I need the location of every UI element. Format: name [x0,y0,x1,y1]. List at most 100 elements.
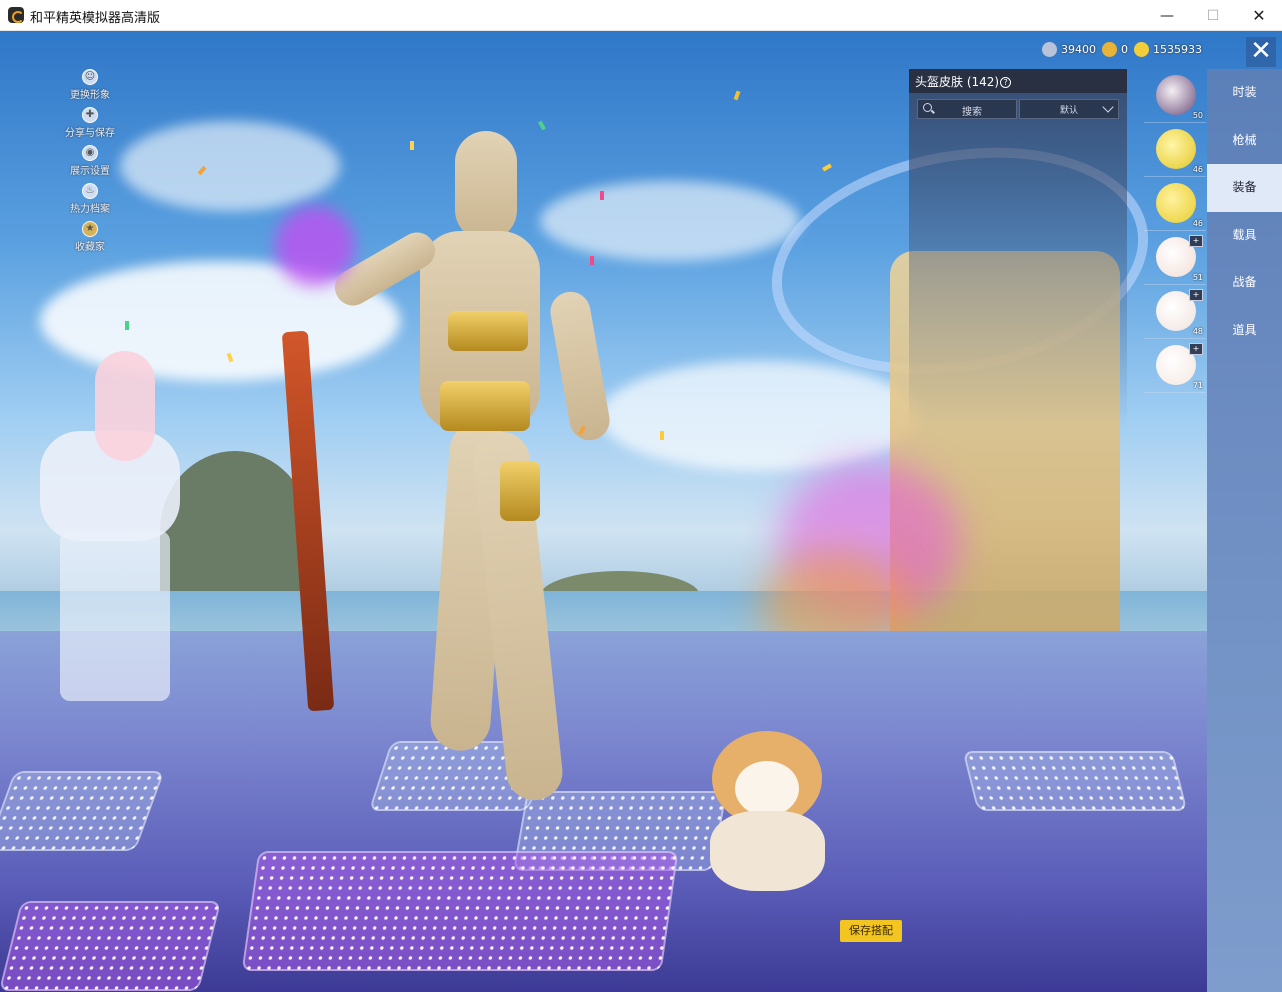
confetti-piece [600,191,604,200]
confetti-piece [538,120,546,131]
tab-items[interactable]: 道具 [1207,307,1282,355]
item-count: 48 [1192,327,1203,336]
flame-icon: ♨ [82,183,98,199]
helmet-thumbnail [1156,183,1196,223]
share-icon: ✚ [82,107,98,123]
a-coin-icon [1102,41,1117,57]
game-viewport[interactable]: ☺ 更换形象 ✚ 分享与保存 ◉ 展示设置 ♨ 热力档案 ★ 收藏家 39400… [0,31,1282,992]
shiba-pet-body [710,811,825,891]
tab-fashion[interactable]: 时装 [1207,69,1282,117]
item-badge: + [1189,289,1203,301]
menu-label: 更换形象 [70,90,110,101]
cloud-decoration [120,121,340,211]
panel-title-text: 头盔皮肤 (142) [915,75,1000,89]
sort-label: 默认 [1060,106,1079,116]
tab-vehicles[interactable]: 载具 [1207,212,1282,260]
close-wardrobe-button[interactable]: ✕ [1246,37,1276,67]
island-mountain [160,451,310,611]
floor-tile [0,901,222,991]
sort-dropdown[interactable]: 默认 [1019,99,1119,119]
silver-coin-icon [1042,41,1057,57]
help-icon[interactable]: ? [1000,77,1012,88]
gold-coin-icon [1134,41,1149,57]
helmet-thumbnail [1156,75,1196,115]
menu-collector[interactable]: ★ 收藏家 [58,221,122,259]
menu-label: 展示设置 [70,166,110,177]
app-logo-icon [8,7,24,23]
confetti-piece [660,431,664,440]
list-item[interactable]: 46 [1144,123,1206,177]
floor-tile [241,851,679,971]
avatar-icon: ☺ [82,69,98,85]
gold-bandage [448,311,528,351]
confetti-piece [590,256,594,265]
a-currency: 0 [1102,40,1128,58]
confetti-piece [822,163,832,172]
item-count: 71 [1192,381,1203,390]
list-item[interactable]: + 48 [1144,285,1206,339]
search-icon [923,103,932,112]
gold-amount: 1535933 [1153,42,1202,56]
item-count: 50 [1192,111,1203,120]
tab-weapons[interactable]: 枪械 [1207,117,1282,165]
helmet-item-list: 50 46 46 + 51 + 48 + 71 [1144,69,1206,393]
confetti-piece [410,141,414,150]
menu-label: 分享与保存 [65,128,115,139]
window-title: 和平精英模拟器高清版 [30,11,161,26]
panel-title: 头盔皮肤 (142)? [915,73,1012,90]
menu-change-avatar[interactable]: ☺ 更换形象 [58,69,122,107]
helmet-skin-panel: 头盔皮肤 (142)? 搜索 默认 [909,69,1127,429]
item-badge: + [1189,343,1203,355]
left-side-menu: ☺ 更换形象 ✚ 分享与保存 ◉ 展示设置 ♨ 热力档案 ★ 收藏家 [58,69,122,259]
purple-energy-orb [275,206,355,286]
menu-label: 热力档案 [70,204,110,215]
tab-battle-prep[interactable]: 战备 [1207,259,1282,307]
search-label: 搜索 [962,107,982,118]
minimize-icon: — [1160,7,1174,24]
character-arm-right [547,288,613,444]
silver-currency: 39400 [1042,40,1096,58]
list-item[interactable]: 50 [1144,69,1206,123]
gold-bandage [440,381,530,431]
save-outfit-button[interactable]: 保存搭配 [840,920,902,942]
close-icon: ✕ [1252,6,1266,25]
tab-equipment[interactable]: 装备 [1207,164,1282,212]
item-count: 51 [1192,273,1203,282]
helmet-thumbnail [1156,129,1196,169]
minimize-button[interactable]: — [1144,0,1190,31]
list-item[interactable]: + 71 [1144,339,1206,393]
cloud-decoration [600,361,920,471]
item-count: 46 [1192,165,1203,174]
silver-amount: 39400 [1061,42,1096,56]
character-head [455,131,517,241]
close-window-button[interactable]: ✕ [1236,0,1282,31]
item-count: 46 [1192,219,1203,228]
chevron-down-icon [1102,101,1114,113]
eye-icon: ◉ [82,145,98,161]
cloud-decoration [540,181,800,261]
menu-label: 收藏家 [75,242,105,253]
menu-display-settings[interactable]: ◉ 展示设置 [58,145,122,183]
gold-bandage [500,461,540,521]
confetti-piece [125,321,129,330]
horse-mount-legs [60,531,170,701]
maximize-button[interactable]: ☐ [1190,0,1236,31]
floor-tile [962,751,1188,811]
panel-header: 头盔皮肤 (142)? [909,69,1127,93]
list-item[interactable]: + 51 [1144,231,1206,285]
shiba-pet-face [735,761,799,816]
search-input[interactable]: 搜索 [917,99,1017,119]
horse-mount-head [95,351,155,461]
maximize-icon: ☐ [1206,7,1220,24]
list-item[interactable]: 46 [1144,177,1206,231]
gold-currency: 1535933 [1134,40,1202,58]
a-coin-amount: 0 [1121,42,1128,56]
menu-share-save[interactable]: ✚ 分享与保存 [58,107,122,145]
category-tabs: 时装 枪械 装备 载具 战备 道具 [1207,69,1282,992]
confetti-piece [733,90,741,101]
menu-heat-profile[interactable]: ♨ 热力档案 [58,183,122,221]
item-badge: + [1189,235,1203,247]
window-titlebar: 和平精英模拟器高清版 — ☐ ✕ [0,0,1282,31]
collector-badge-icon: ★ [82,221,98,237]
close-icon: ✕ [1250,36,1272,66]
